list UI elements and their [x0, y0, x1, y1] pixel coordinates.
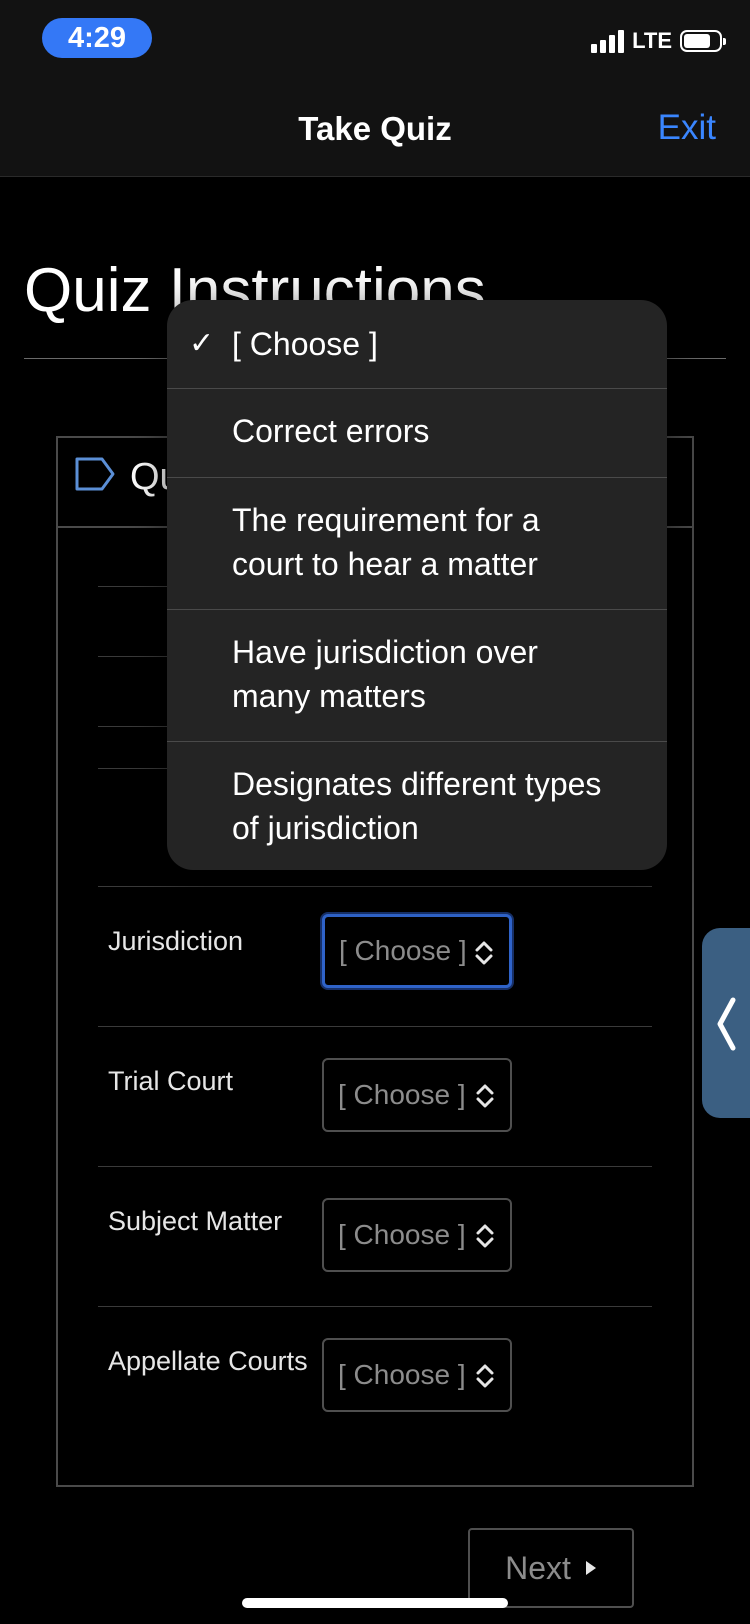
question-label-appellate-courts: Appellate Courts	[108, 1346, 308, 1376]
chevron-left-icon	[717, 997, 736, 1051]
option-label-line1: Have jurisdiction over	[232, 634, 538, 670]
dropdown-option-requirement[interactable]: The requirement for a court to hear a ma…	[167, 478, 667, 609]
option-label: [ Choose ]	[232, 326, 378, 362]
next-button-label: Next	[505, 1549, 571, 1586]
question-label-jurisdiction: Jurisdiction	[108, 926, 244, 956]
status-bar: 4:29 LTE	[0, 0, 750, 88]
row-divider	[98, 1026, 652, 1027]
row-divider	[98, 1306, 652, 1307]
question-label-subject-matter: Subject Matter	[108, 1206, 283, 1236]
option-label-line2: many matters	[232, 678, 426, 714]
select-value: [ Choose ]	[339, 935, 467, 966]
dropdown-option-choose[interactable]: ✓ [ Choose ]	[167, 300, 667, 388]
option-label-line1: The requirement for a	[232, 502, 540, 538]
nav-title: Take Quiz	[298, 110, 452, 147]
tag-icon	[75, 457, 115, 491]
answer-select-jurisdiction[interactable]: [ Choose ]	[322, 914, 512, 988]
exit-button[interactable]: Exit	[658, 108, 716, 148]
row-divider	[98, 886, 652, 887]
answer-dropdown-menu: ✓ [ Choose ] Correct errors The requirem…	[167, 300, 667, 870]
status-time: 4:29	[42, 18, 152, 58]
select-value: [ Choose ]	[338, 1359, 466, 1390]
answer-select-subject-matter[interactable]: [ Choose ]	[322, 1198, 512, 1272]
select-value: [ Choose ]	[338, 1219, 466, 1250]
option-label: Correct errors	[232, 413, 430, 449]
nav-bar: Take Quiz Exit	[0, 88, 750, 177]
select-value: [ Choose ]	[338, 1079, 466, 1110]
answer-select-appellate-courts[interactable]: [ Choose ]	[322, 1338, 512, 1412]
option-label-line1: Designates different types	[232, 766, 602, 802]
select-chevron-icon	[475, 941, 493, 965]
play-arrow-icon	[585, 1561, 596, 1575]
checkmark-icon: ✓	[189, 327, 215, 360]
row-divider	[98, 1166, 652, 1167]
select-chevron-icon	[476, 1224, 494, 1248]
select-chevron-icon	[476, 1364, 494, 1388]
next-button[interactable]: Next	[468, 1528, 634, 1608]
battery-icon	[680, 30, 726, 52]
side-drawer-tab[interactable]	[702, 928, 750, 1118]
dropdown-option-have-jurisdiction[interactable]: Have jurisdiction over many matters	[167, 610, 667, 741]
answer-select-trial-court[interactable]: [ Choose ]	[322, 1058, 512, 1132]
home-indicator[interactable]	[242, 1598, 508, 1608]
option-label-line2: of jurisdiction	[232, 810, 419, 846]
question-label-trial-court: Trial Court	[108, 1066, 234, 1096]
network-label: LTE	[632, 28, 672, 53]
dropdown-option-designates[interactable]: Designates different types of jurisdicti…	[167, 742, 667, 870]
select-chevron-icon	[476, 1084, 494, 1108]
dropdown-option-correct-errors[interactable]: Correct errors	[167, 389, 667, 477]
signal-icon	[591, 29, 625, 53]
status-indicators: LTE	[591, 28, 726, 54]
option-label-line2: court to hear a matter	[232, 546, 538, 582]
